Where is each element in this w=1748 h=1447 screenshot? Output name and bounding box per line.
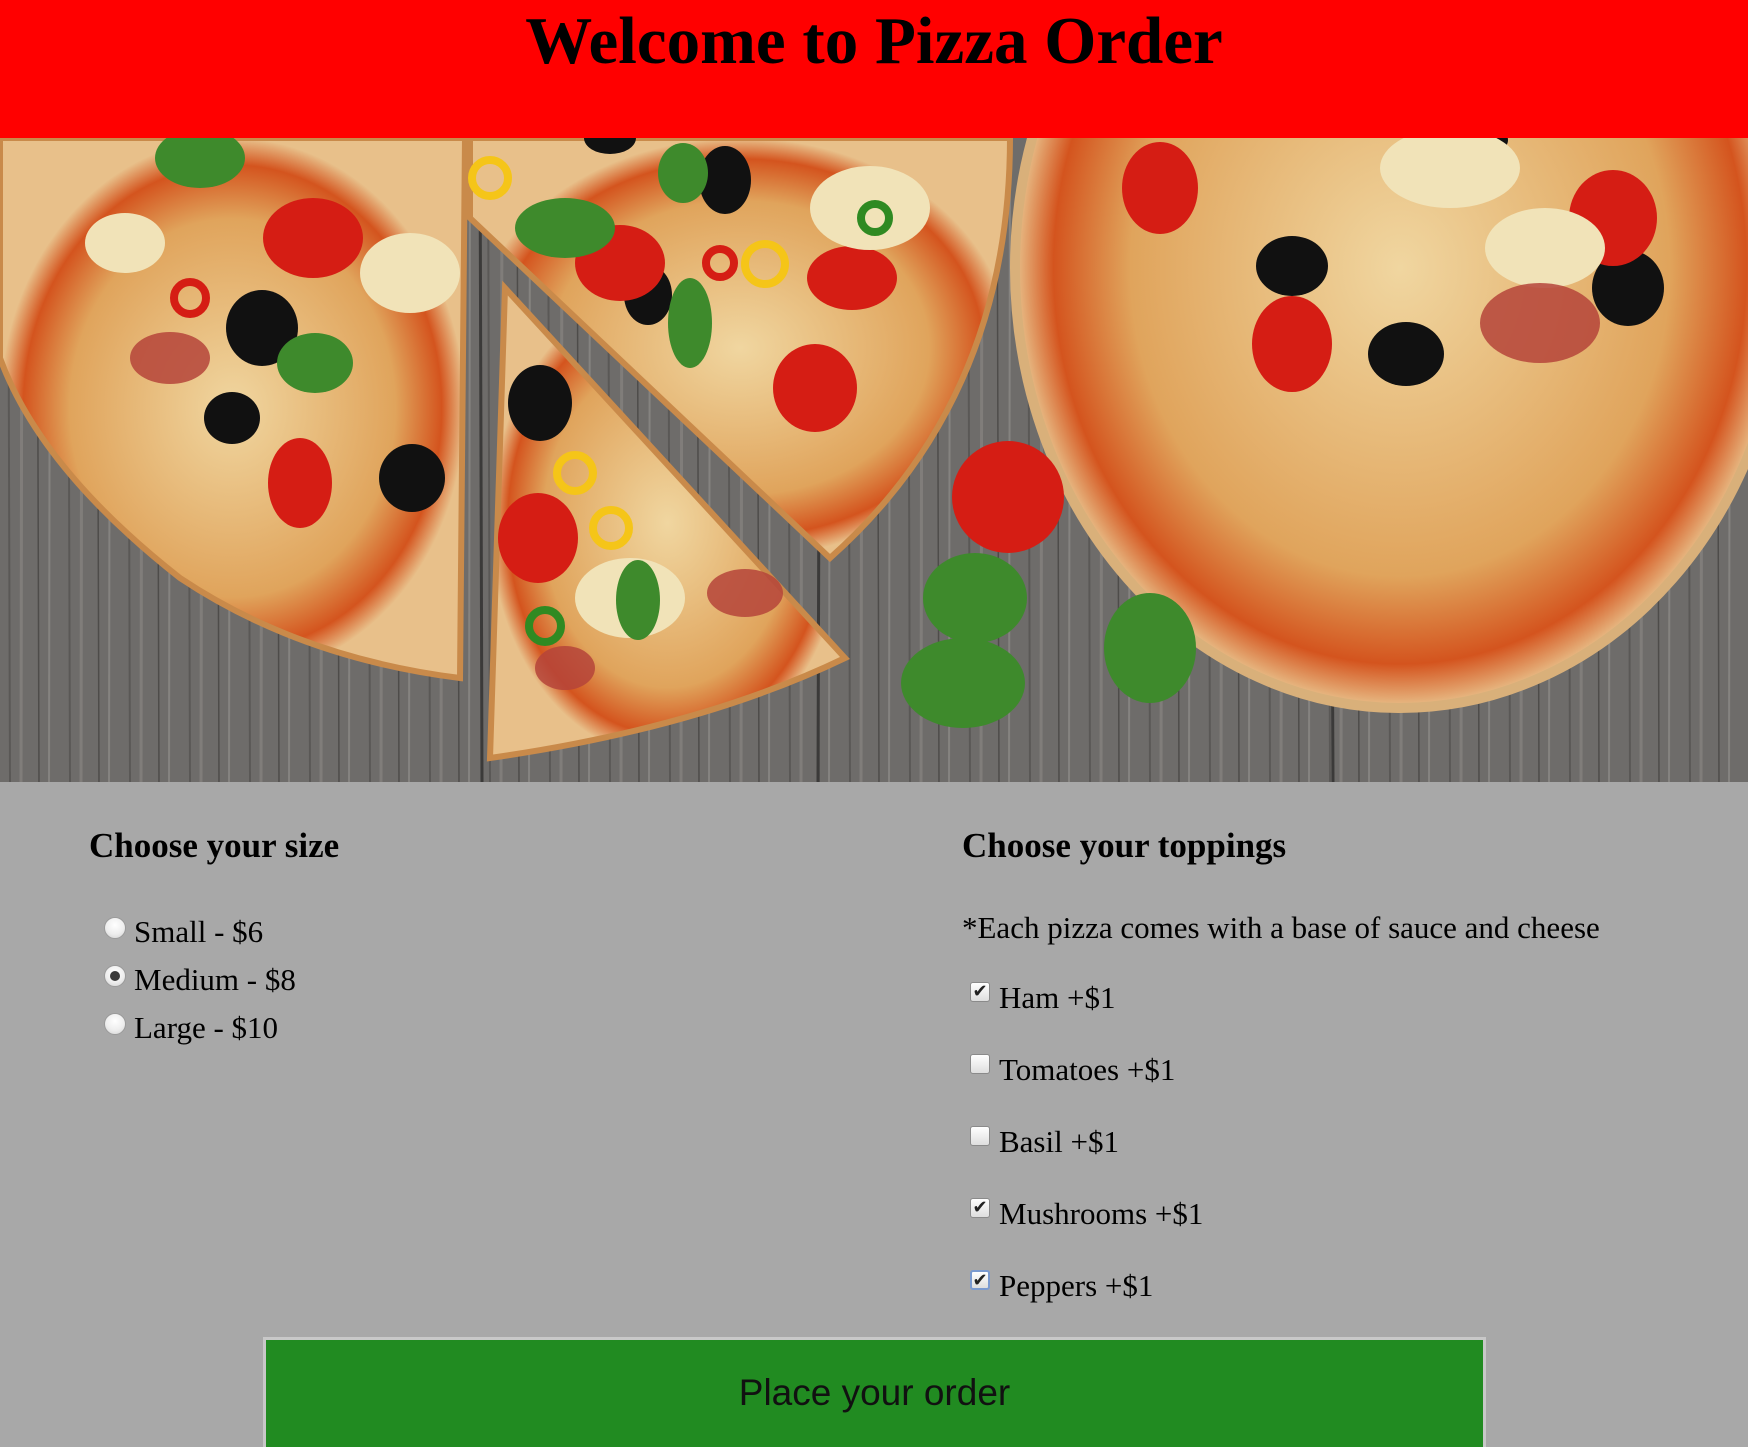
size-option-small[interactable]: Small - $6: [104, 914, 263, 950]
size-small-radio[interactable]: [104, 917, 126, 939]
hero-pizza-image: [0, 138, 1748, 782]
tomatoes-label: Tomatoes +$1: [999, 1052, 1176, 1087]
page-title: Welcome to Pizza Order: [525, 4, 1223, 78]
size-medium-radio[interactable]: [104, 965, 126, 987]
size-medium-label: Medium - $8: [134, 962, 296, 997]
topping-option-basil[interactable]: Basil +$1: [970, 1124, 1119, 1160]
toppings-section-title: Choose your toppings: [962, 826, 1287, 865]
basil-checkbox[interactable]: [970, 1126, 990, 1146]
order-form: Choose your size Small - $6 Medium - $8 …: [0, 782, 1748, 1447]
size-section-title: Choose your size: [89, 826, 340, 865]
topping-option-tomatoes[interactable]: Tomatoes +$1: [970, 1052, 1175, 1088]
topping-option-ham[interactable]: ✔ Ham +$1: [970, 980, 1116, 1016]
ham-checkbox[interactable]: ✔: [970, 982, 990, 1002]
basil-label: Basil +$1: [999, 1124, 1119, 1159]
size-option-medium[interactable]: Medium - $8: [104, 962, 296, 998]
size-option-large[interactable]: Large - $10: [104, 1010, 278, 1046]
toppings-note: *Each pizza comes with a base of sauce a…: [962, 910, 1600, 945]
ham-label: Ham +$1: [999, 980, 1116, 1015]
peppers-checkbox[interactable]: ✔: [970, 1270, 990, 1290]
size-large-label: Large - $10: [134, 1010, 279, 1045]
peppers-label: Peppers +$1: [999, 1268, 1154, 1303]
place-order-button[interactable]: Place your order: [263, 1337, 1486, 1447]
tomatoes-checkbox[interactable]: [970, 1054, 990, 1074]
topping-option-peppers[interactable]: ✔ Peppers +$1: [970, 1268, 1153, 1304]
mushrooms-label: Mushrooms +$1: [999, 1196, 1204, 1231]
size-large-radio[interactable]: [104, 1013, 126, 1035]
page-header: Welcome to Pizza Order: [0, 0, 1748, 138]
pizza-photo: [0, 138, 1748, 782]
topping-option-mushrooms[interactable]: ✔ Mushrooms +$1: [970, 1196, 1203, 1232]
mushrooms-checkbox[interactable]: ✔: [970, 1198, 990, 1218]
size-small-label: Small - $6: [134, 914, 264, 949]
